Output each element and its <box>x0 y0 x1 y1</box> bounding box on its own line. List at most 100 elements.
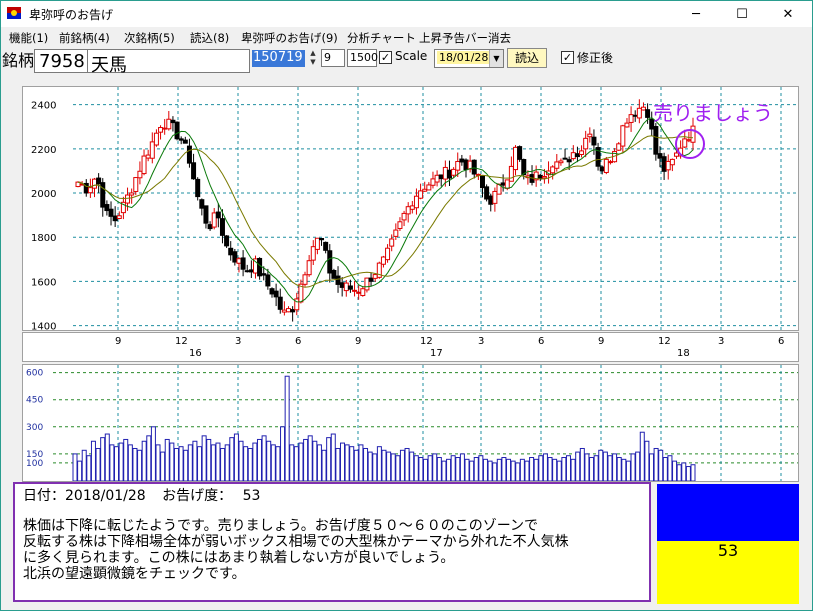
candle-body <box>141 155 147 175</box>
spin-up-icon[interactable]: ▲ <box>306 49 320 58</box>
price-chart-panel: 2400 2200 2000 1800 1600 1400 売りましょう <box>22 86 799 333</box>
candle-body <box>302 274 308 285</box>
year-label: 17 <box>430 348 443 359</box>
candle-body <box>269 288 275 295</box>
volume-bar <box>639 431 645 482</box>
volume-bar <box>423 458 429 482</box>
candle-body <box>133 177 139 192</box>
app-window: 卑弥呼のお告げ ─ ☐ ✕ 機能(1) 前銘柄(4) 次銘柄(5) 読込(8) … <box>0 0 813 611</box>
candle-body <box>290 309 296 313</box>
candle-body <box>463 159 469 171</box>
candle-body <box>240 257 246 270</box>
volume-bar <box>399 449 405 482</box>
candle-body <box>360 288 366 297</box>
candles <box>75 99 696 322</box>
menu-clear-bars[interactable]: 上昇予告バー消去 <box>419 30 511 46</box>
volume-bar <box>123 438 129 482</box>
price-y-tick: 2200 <box>31 145 56 156</box>
candle-body <box>640 106 646 111</box>
volume-bar <box>321 449 327 482</box>
chevron-down-icon[interactable]: ▼ <box>489 50 503 67</box>
stock-code-field[interactable]: 7958 天馬 <box>34 49 250 76</box>
candle-body <box>413 195 419 209</box>
oracle-message-box: 日付：2018/01/28 お告げ度： 53 株価は下降に転じたようです。売りま… <box>13 482 651 602</box>
volume-bar <box>150 426 156 482</box>
volume-bar <box>427 455 433 482</box>
date-code-field[interactable]: 150719 <box>252 50 305 67</box>
volume-bar <box>570 458 576 482</box>
candle-body <box>521 159 527 176</box>
candle-body <box>347 285 353 290</box>
volume-bar <box>358 444 364 482</box>
toolbar: 銘柄 7958 天馬 150719 ▲ ▼ 9 1500 ✓ Scale 18/0… <box>1 46 812 76</box>
oracle-gauge: 53 <box>657 484 799 604</box>
menu-oracle[interactable]: 卑弥呼のお告げ(9) <box>241 30 338 46</box>
menu-prev-stock[interactable]: 前銘柄(4) <box>59 30 110 46</box>
scale-label: Scale <box>395 49 428 63</box>
title-bar[interactable]: 卑弥呼のお告げ ─ ☐ ✕ <box>1 1 812 27</box>
candle-body <box>574 153 580 158</box>
candle-body <box>368 277 374 282</box>
volume-bar <box>473 457 479 482</box>
minimize-button[interactable]: ─ <box>673 1 719 27</box>
score-label: お告げ度： <box>162 488 233 504</box>
candle-body <box>636 107 642 119</box>
candle-body <box>310 246 316 261</box>
volume-bar <box>247 447 253 482</box>
candle-body <box>397 221 403 229</box>
volume-bar <box>100 437 106 482</box>
candle-body <box>257 257 263 277</box>
candle-body <box>422 188 428 192</box>
volume-bar <box>390 453 396 482</box>
days-input[interactable]: 9 <box>321 49 345 67</box>
menu-next-stock[interactable]: 次銘柄(5) <box>124 30 175 46</box>
volume-bar <box>192 440 198 482</box>
x-tick-label: 3 <box>718 336 724 347</box>
volume-bar <box>326 437 332 482</box>
candle-body <box>314 237 320 250</box>
volume-bar <box>137 449 143 482</box>
adjusted-checkbox[interactable]: ✓ <box>561 51 574 64</box>
volume-bar <box>602 451 608 482</box>
volume-bar <box>653 447 659 482</box>
menu-load[interactable]: 読込(8) <box>190 30 229 46</box>
width-input[interactable]: 1500 <box>347 49 378 67</box>
volume-bar <box>349 446 355 482</box>
volume-bar <box>197 446 203 482</box>
volume-bar <box>367 451 373 482</box>
candle-body <box>306 260 312 276</box>
volume-bar <box>238 440 244 482</box>
close-button[interactable]: ✕ <box>765 1 811 27</box>
candle-body <box>513 146 519 171</box>
spin-control[interactable]: ▲ ▼ <box>306 49 320 68</box>
candle-body <box>579 150 585 155</box>
candle-body <box>541 175 547 179</box>
candle-body <box>434 174 440 183</box>
menu-analysis-chart[interactable]: 分析チャート <box>347 30 416 46</box>
volume-bar <box>464 458 470 482</box>
score-value: 53 <box>242 488 261 504</box>
price-chart: 2400 2200 2000 1800 1600 1400 売りましょう <box>31 87 798 333</box>
candle-body <box>182 139 188 144</box>
candle-body <box>488 195 494 205</box>
price-y-tick: 1400 <box>31 322 56 330</box>
candle-body <box>335 275 341 285</box>
candle-body <box>508 165 514 182</box>
load-button[interactable]: 読込 <box>507 48 547 68</box>
volume-bar <box>114 446 120 482</box>
scale-checkbox[interactable]: ✓ <box>379 51 392 64</box>
date-select[interactable]: 18/01/28 ▼ <box>434 49 504 68</box>
candle-body <box>380 256 386 265</box>
volume-bar <box>210 444 216 482</box>
volume-bar <box>280 426 286 482</box>
volume-y-tick: 600 <box>26 369 43 379</box>
spin-down-icon[interactable]: ▼ <box>306 58 320 67</box>
candle-body <box>686 139 692 142</box>
volume-bar <box>607 455 613 482</box>
menu-function[interactable]: 機能(1) <box>9 30 48 46</box>
volume-bar <box>681 462 687 482</box>
candle-body <box>591 136 597 146</box>
x-tick-label: 12 <box>658 336 671 347</box>
maximize-button[interactable]: ☐ <box>719 1 765 27</box>
candle-body <box>96 177 102 185</box>
